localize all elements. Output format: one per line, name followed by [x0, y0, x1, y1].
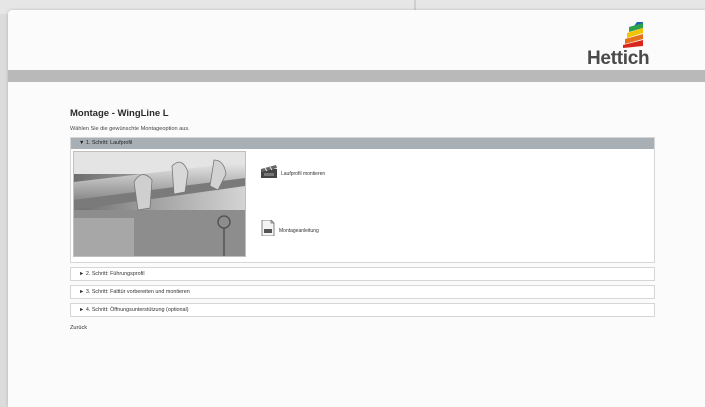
film-clapper-icon — [261, 165, 277, 183]
option-assembly-manual-label: Montageanleitung — [279, 227, 319, 234]
option-mount-profile[interactable]: Laufprofil montieren — [261, 165, 325, 183]
step-1-panel: ▼ 1. Schritt: Laufprofil Laufprofil mont… — [70, 137, 655, 263]
page-title: Montage - WingLine L — [70, 108, 169, 119]
pdf-document-icon — [261, 219, 275, 241]
instruction-text: Wählen Sie die gewünschte Montageoption … — [70, 126, 190, 132]
brand-wordmark: Hettich — [587, 48, 650, 69]
hettich-logo[interactable]: Hettich — [587, 18, 667, 70]
app-window: Hettich Montage - WingLine L Wählen Sie … — [8, 10, 705, 407]
step-2-panel: ► 2. Schritt: Führungsprofil — [70, 267, 655, 281]
step-4-header[interactable]: ► 4. Schritt: Öffnungsunterstützung (opt… — [71, 304, 654, 316]
back-link[interactable]: Zurück — [70, 325, 655, 331]
option-assembly-manual[interactable]: Montageanleitung — [261, 219, 319, 241]
main-content: Montage - WingLine L Wählen Sie die gewü… — [70, 108, 655, 331]
brand-bar — [8, 70, 705, 82]
step-3-header[interactable]: ► 3. Schritt: Falttür vorbereiten und mo… — [71, 286, 654, 298]
step-3-panel: ► 3. Schritt: Falttür vorbereiten und mo… — [70, 285, 655, 299]
logo-stripes-icon — [623, 22, 643, 48]
step-1-body: Laufprofil montieren Montageanleitung — [71, 149, 654, 262]
step-1-header[interactable]: ▼ 1. Schritt: Laufprofil — [71, 138, 654, 149]
product-photo — [73, 151, 246, 257]
step-4-panel: ► 4. Schritt: Öffnungsunterstützung (opt… — [70, 303, 655, 317]
option-mount-profile-label: Laufprofil montieren — [281, 171, 326, 177]
step-2-header[interactable]: ► 2. Schritt: Führungsprofil — [71, 268, 654, 280]
